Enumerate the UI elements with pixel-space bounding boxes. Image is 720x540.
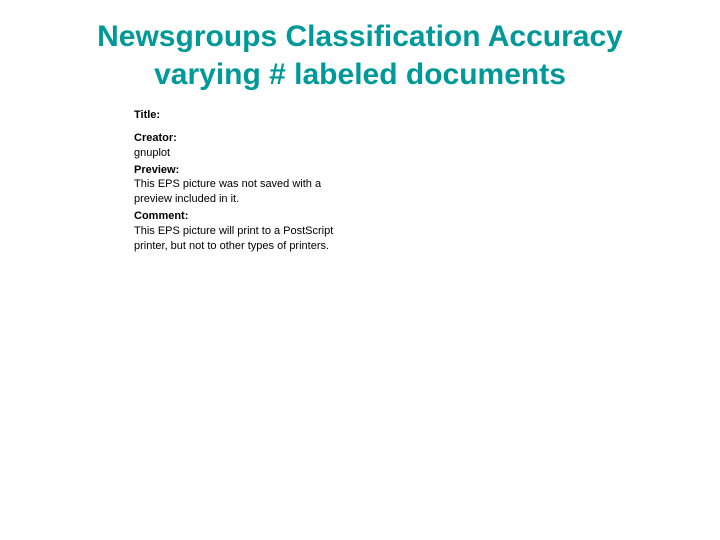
eps-creator-value: gnuplot — [134, 146, 344, 161]
slide: Newsgroups Classification Accuracy varyi… — [0, 0, 720, 540]
eps-preview-label: Preview: — [134, 163, 344, 178]
title-line-1: Newsgroups Classification Accuracy — [97, 20, 623, 53]
eps-placeholder: Title: Creator: gnuplot Preview: This EP… — [134, 108, 344, 254]
slide-title: Newsgroups Classification Accuracy varyi… — [0, 18, 720, 93]
title-line-2: varying # labeled documents — [154, 58, 566, 91]
eps-creator-label: Creator: — [134, 131, 344, 146]
eps-comment-label: Comment: — [134, 209, 344, 224]
eps-comment-value: This EPS picture will print to a PostScr… — [134, 224, 344, 254]
eps-preview-value: This EPS picture was not saved with a pr… — [134, 177, 344, 207]
eps-title-label: Title: — [134, 108, 344, 123]
